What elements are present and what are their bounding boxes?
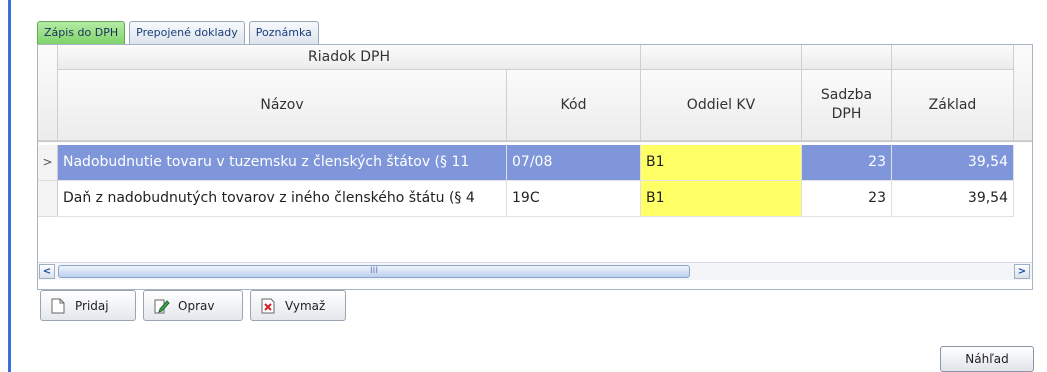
header-indicator-corner — [38, 45, 58, 141]
oprav-button[interactable]: Oprav — [143, 290, 243, 321]
cell-kod[interactable]: 07/08 — [507, 145, 641, 181]
tab-poznamka[interactable]: Poznámka — [248, 21, 319, 44]
cell-nazov[interactable]: Daň z nadobudnutých tovarov z iného člen… — [58, 181, 507, 217]
row-indicator-arrow: > — [38, 145, 58, 181]
scroll-left-button[interactable]: < — [39, 264, 55, 279]
vymaz-button[interactable]: Vymaž — [250, 290, 346, 321]
left-accent-bar — [8, 0, 11, 372]
band-header-empty-1 — [641, 45, 802, 70]
column-header-nazov[interactable]: Názov — [58, 70, 507, 141]
tab-prepojene-doklady[interactable]: Prepojené doklady — [129, 21, 245, 44]
cell-zaklad[interactable]: 39,54 — [892, 145, 1014, 181]
column-header-zaklad[interactable]: Základ — [892, 70, 1014, 141]
column-header-kod[interactable]: Kód — [507, 70, 641, 141]
column-header-sadzba-dph[interactable]: Sadzba DPH — [802, 70, 892, 141]
cell-sadzba-dph[interactable]: 23 — [802, 181, 892, 217]
pridaj-label: Pridaj — [75, 298, 109, 313]
header-right-spacer — [1014, 45, 1032, 141]
tab-zapis-do-dph[interactable]: Zápis do DPH — [37, 21, 126, 44]
oprav-label: Oprav — [178, 298, 215, 313]
column-header-oddiel-kv[interactable]: Oddiel KV — [641, 70, 802, 141]
cell-oddiel-kv[interactable]: B1 — [641, 145, 802, 181]
tab-bar: Zápis do DPH Prepojené doklady Poznámka — [37, 21, 323, 45]
edit-document-icon — [154, 298, 170, 314]
cell-nazov[interactable]: Nadobudnutie tovaru v tuzemsku z členský… — [58, 145, 507, 181]
pridaj-button[interactable]: Pridaj — [40, 290, 136, 321]
band-header-empty-3 — [892, 45, 1014, 70]
nahlad-button[interactable]: Náhľad — [940, 346, 1034, 372]
cell-zaklad[interactable]: 39,54 — [892, 181, 1014, 217]
horizontal-scrollbar[interactable]: < III > — [38, 262, 1032, 280]
delete-document-icon — [261, 298, 275, 314]
grid-header: Riadok DPH Názov Kód Oddiel KV Sadzba DP… — [38, 45, 1032, 142]
table-row[interactable]: > Nadobudnutie tovaru v tuzemsku z člens… — [38, 145, 1032, 181]
band-header-riadok-dph: Riadok DPH — [58, 45, 641, 70]
new-document-icon — [51, 298, 65, 314]
vymaz-label: Vymaž — [285, 298, 326, 313]
row-indicator — [38, 181, 58, 217]
scroll-thumb[interactable]: III — [58, 265, 690, 278]
band-header-empty-2 — [802, 45, 892, 70]
scroll-right-button[interactable]: > — [1014, 264, 1030, 279]
cell-oddiel-kv[interactable]: B1 — [641, 181, 802, 217]
cell-kod[interactable]: 19C — [507, 181, 641, 217]
cell-sadzba-dph[interactable]: 23 — [802, 145, 892, 181]
table-row[interactable]: Daň z nadobudnutých tovarov z iného člen… — [38, 181, 1032, 217]
dph-grid: Riadok DPH Názov Kód Oddiel KV Sadzba DP… — [37, 44, 1033, 290]
